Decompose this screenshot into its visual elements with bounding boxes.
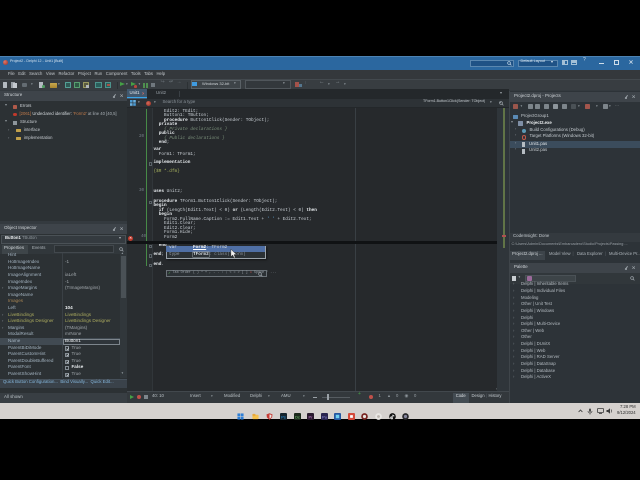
- svg-text:Ps: Ps: [281, 414, 286, 419]
- svg-text:Pr: Pr: [309, 414, 314, 419]
- svg-text:Pu: Pu: [322, 414, 327, 419]
- svg-text:Dc: Dc: [295, 414, 300, 419]
